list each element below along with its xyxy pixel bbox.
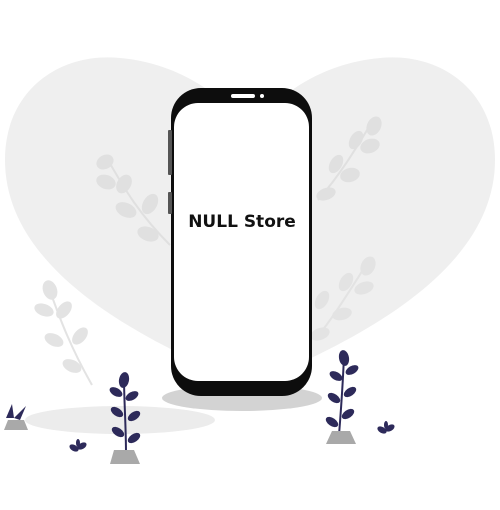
sprout-dark-right bbox=[377, 421, 395, 434]
leaf-sprig-dark-left bbox=[109, 372, 141, 456]
rock bbox=[326, 431, 356, 444]
sprout-dark-left bbox=[6, 404, 26, 420]
leaf-sprig-dark-right bbox=[325, 350, 359, 436]
splash-screen: NULL Store bbox=[0, 0, 500, 510]
app-title: NULL Store bbox=[188, 212, 296, 232]
rock bbox=[110, 450, 140, 464]
phone-device bbox=[168, 88, 312, 396]
rock bbox=[4, 420, 28, 430]
sprout-dark-mid bbox=[69, 439, 87, 452]
splash-illustration bbox=[4, 57, 495, 464]
